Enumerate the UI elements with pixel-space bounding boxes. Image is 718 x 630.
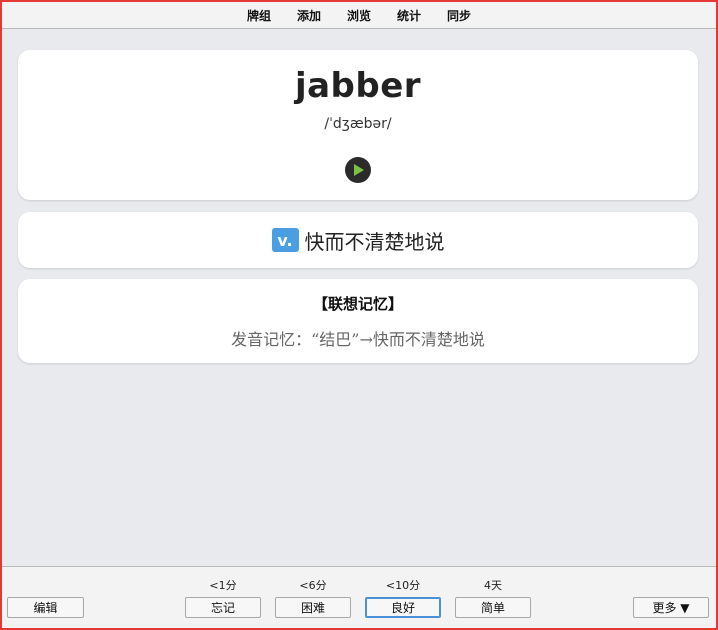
memory-title: 【联想记忆】 xyxy=(312,295,403,313)
word-card: jabber /ˈdʒæbər/ xyxy=(18,50,698,200)
word-text: jabber xyxy=(294,66,422,106)
nav-decks[interactable]: 牌组 xyxy=(234,7,284,24)
review-window: 牌组 添加 浏览 统计 同步 jabber /ˈdʒæbər/ v. 快而不清楚… xyxy=(0,0,718,630)
top-menu-bar: 牌组 添加 浏览 统计 同步 xyxy=(2,2,716,29)
play-audio-button[interactable] xyxy=(345,157,371,183)
play-icon xyxy=(354,164,364,176)
memory-card: 【联想记忆】 发音记忆：“结巴”→快而不清楚地说 xyxy=(18,279,698,363)
part-of-speech-badge: v. xyxy=(271,228,299,252)
phonetic-text: /ˈdʒæbər/ xyxy=(324,116,392,132)
interval-easy: 4天 xyxy=(484,579,502,592)
easy-button[interactable]: 简单 xyxy=(455,597,531,618)
nav-sync[interactable]: 同步 xyxy=(434,7,484,24)
edit-button[interactable]: 编辑 xyxy=(7,597,84,618)
interval-good: <10分 xyxy=(385,579,421,592)
nav-add[interactable]: 添加 xyxy=(284,7,334,24)
nav-stats[interactable]: 统计 xyxy=(384,7,434,24)
interval-again: <1分 xyxy=(209,579,237,592)
more-button[interactable]: 更多 ▼ xyxy=(633,597,709,618)
definition-card: v. 快而不清楚地说 xyxy=(18,212,698,268)
nav-browse[interactable]: 浏览 xyxy=(334,7,384,24)
hard-button[interactable]: 困难 xyxy=(275,597,351,618)
good-button[interactable]: 良好 xyxy=(365,597,441,618)
interval-hard: <6分 xyxy=(299,579,327,592)
again-button[interactable]: 忘记 xyxy=(185,597,261,618)
answer-bar: 编辑 <1分 忘记 <6分 困难 <10分 良好 4天 简单 更多 ▼ xyxy=(2,566,716,628)
definition-text: 快而不清楚地说 xyxy=(304,229,445,254)
memory-text: 发音记忆：“结巴”→快而不清楚地说 xyxy=(231,330,485,349)
